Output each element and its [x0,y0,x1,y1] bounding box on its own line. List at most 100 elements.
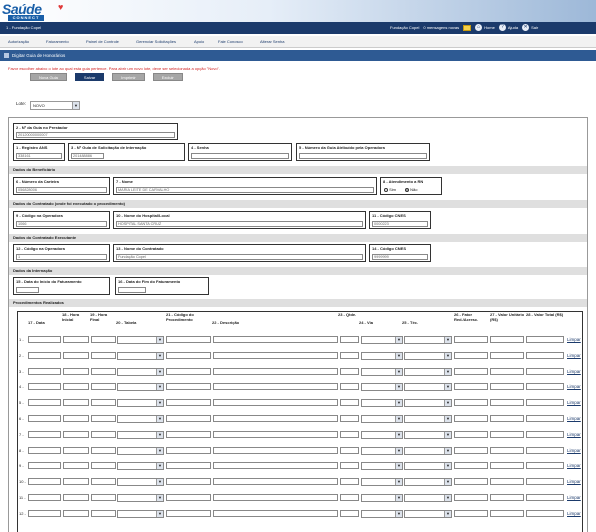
codigo-procedimento-input[interactable] [166,462,211,470]
data-input[interactable] [28,336,61,343]
fator-input[interactable] [454,509,488,517]
valor-total-input[interactable] [526,367,564,375]
codigo-procedimento-input[interactable] [166,478,211,486]
via-select[interactable]: ▼ [361,494,403,502]
data-input[interactable] [28,351,61,359]
hora-inicial-input[interactable] [63,462,89,470]
data-input[interactable] [28,462,61,470]
codigo-procedimento-input[interactable] [166,336,211,343]
data-input[interactable] [28,430,61,438]
fator-input[interactable] [454,415,488,422]
codigo-procedimento-input[interactable] [166,351,211,359]
codigo-executante-input[interactable]: 1 [16,254,107,260]
data-input[interactable] [28,478,61,486]
via-select[interactable]: ▼ [361,336,403,344]
clear-row-link[interactable]: Limpar [567,353,581,358]
guia-solicitacao-input[interactable]: 201488886 [71,153,104,159]
fator-input[interactable] [454,351,488,359]
tec-select[interactable]: ▼ [404,446,452,455]
lote-select[interactable]: NOVO ▼ [30,101,80,110]
valor-total-input[interactable] [526,399,564,407]
qtde-input[interactable] [340,367,359,375]
tec-select[interactable]: ▼ [404,509,452,518]
valor-total-input[interactable] [526,478,564,486]
tabela-select[interactable]: ▼ [117,494,164,502]
clear-row-link[interactable]: Limpar [567,479,581,484]
fator-input[interactable] [454,430,488,438]
tec-select[interactable]: ▼ [404,351,452,360]
descricao-input[interactable] [213,478,338,486]
descricao-input[interactable] [213,415,338,422]
codigo-procedimento-input[interactable] [166,367,211,375]
qtde-input[interactable] [340,415,359,422]
tabela-select[interactable]: ▼ [117,351,164,360]
data-input[interactable] [28,383,61,391]
tec-select[interactable]: ▼ [404,415,452,423]
valor-unitario-input[interactable] [490,478,524,486]
rn-sim-option[interactable]: Sim [384,187,396,192]
valor-unitario-input[interactable] [490,399,524,407]
hospital-input[interactable]: HOSPITAL SANTA CRUZ [116,221,363,227]
qtde-input[interactable] [340,462,359,470]
tec-select[interactable]: ▼ [404,478,452,487]
valor-unitario-input[interactable] [490,367,524,375]
valor-total-input[interactable] [526,494,564,501]
hora-inicial-input[interactable] [63,430,89,438]
tabela-select[interactable]: ▼ [117,509,164,518]
guia-prestador-input[interactable]: 20120000000007 [16,132,175,138]
clear-row-link[interactable]: Limpar [567,337,581,342]
data-input[interactable] [28,446,61,454]
hora-inicial-input[interactable] [63,415,89,422]
tec-select[interactable]: ▼ [404,399,452,408]
menu-faturamento[interactable]: Faturamento [46,39,69,44]
qtde-input[interactable] [340,336,359,343]
carteira-input[interactable]: 056828006 [16,187,107,193]
tabela-select[interactable]: ▼ [117,478,164,487]
exit-link[interactable]: ✕ Sair [522,24,538,31]
tabela-select[interactable]: ▼ [117,383,164,392]
descricao-input[interactable] [213,430,338,438]
data-input[interactable] [28,399,61,407]
valor-unitario-input[interactable] [490,494,524,501]
data-input[interactable] [28,415,61,422]
print-button[interactable]: Imprimir [112,73,145,81]
codigo-procedimento-input[interactable] [166,494,211,501]
senha-input[interactable] [191,153,289,159]
menu-gerenciar[interactable]: Gerenciar Solicitações [136,39,176,44]
clear-row-link[interactable]: Limpar [567,384,581,389]
menu-autorizacao[interactable]: Autorização [8,39,29,44]
nome-contratado-input[interactable]: Fundação Copel [116,254,363,260]
nome-beneficiario-input[interactable]: MARIA LEITE DE CARVALHO [116,187,374,193]
data-input[interactable] [28,367,61,375]
clear-row-link[interactable]: Limpar [567,448,581,453]
clear-row-link[interactable]: Limpar [567,463,581,468]
data-inicio-input[interactable] [16,287,39,293]
via-select[interactable]: ▼ [361,415,403,423]
qtde-input[interactable] [340,383,359,391]
hora-inicial-input[interactable] [63,351,89,359]
clear-row-link[interactable]: Limpar [567,416,581,421]
qtde-input[interactable] [340,446,359,454]
tec-select[interactable]: ▼ [404,367,452,376]
save-button[interactable]: Salvar [74,73,105,81]
valor-total-input[interactable] [526,351,564,359]
hora-inicial-input[interactable] [63,399,89,407]
fator-input[interactable] [454,336,488,343]
descricao-input[interactable] [213,383,338,391]
valor-total-input[interactable] [526,415,564,422]
data-input[interactable] [28,509,61,517]
clear-row-link[interactable]: Limpar [567,495,581,500]
descricao-input[interactable] [213,399,338,407]
fator-input[interactable] [454,383,488,391]
hora-inicial-input[interactable] [63,336,89,343]
valor-unitario-input[interactable] [490,430,524,438]
delete-button[interactable]: Excluir [152,73,183,81]
via-select[interactable]: ▼ [361,399,403,408]
codigo-procedimento-input[interactable] [166,509,211,517]
menu-fale-conosco[interactable]: Fale Conosco [218,39,243,44]
qtde-input[interactable] [340,478,359,486]
via-select[interactable]: ▼ [361,462,403,471]
descricao-input[interactable] [213,367,338,375]
via-select[interactable]: ▼ [361,351,403,360]
valor-unitario-input[interactable] [490,415,524,422]
